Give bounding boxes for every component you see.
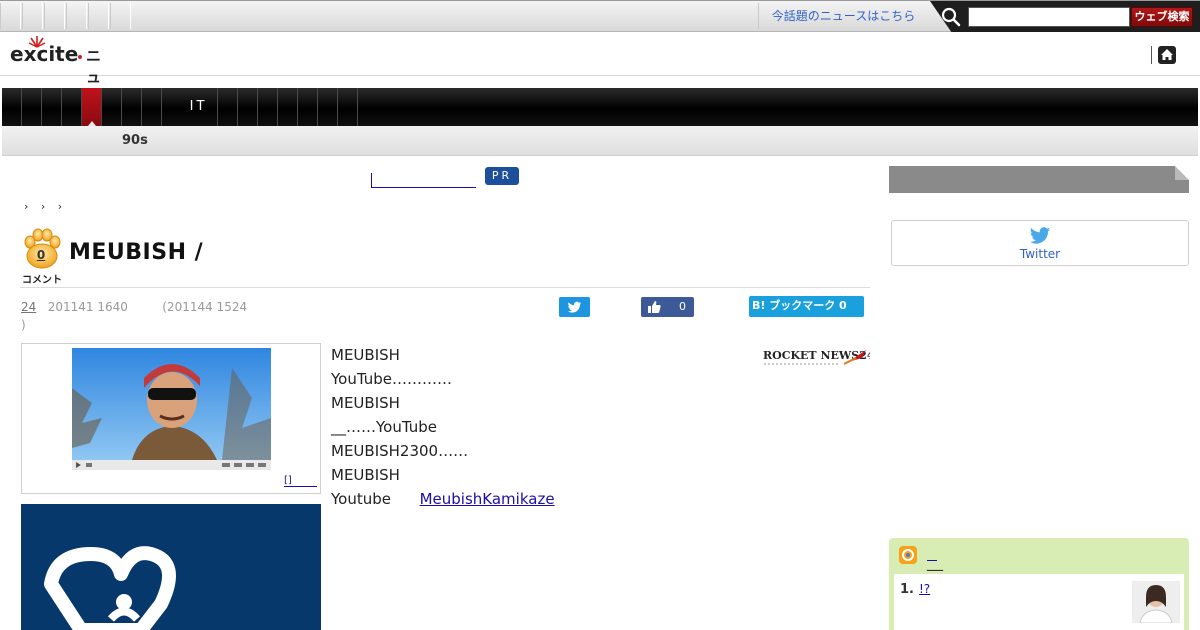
pr-badge: PR: [485, 167, 519, 185]
logo-dot: [78, 55, 82, 59]
ranking-title-link[interactable]: __: [927, 552, 943, 571]
nav-tab-active[interactable]: [82, 88, 102, 126]
ranking-box: __ 1. !?: [889, 538, 1189, 630]
nav-tab[interactable]: [22, 88, 42, 126]
twitter-follow-button[interactable]: Twitter: [891, 220, 1189, 266]
hatena-bookmark-button[interactable]: B! ブックマーク 0: [749, 296, 864, 317]
heart-logo-icon: [44, 546, 176, 630]
ranking-item-link[interactable]: !?: [919, 582, 969, 596]
ranking-list: 1. !?: [894, 574, 1184, 630]
updated-date: (201144 1524: [162, 300, 248, 314]
date-link[interactable]: 24: [21, 300, 36, 314]
search-input[interactable]: [968, 7, 1130, 27]
ranking-number: 1.: [900, 582, 914, 597]
home-button[interactable]: [1158, 46, 1176, 64]
home-icon: [1161, 49, 1173, 60]
video-caption-link[interactable]: []: [284, 476, 317, 487]
breadcrumb[interactable]: › › ›: [24, 200, 62, 213]
top-utility-bar: 今話題のニュースはこちら ウェブ検索: [0, 0, 1200, 33]
youtube-channel-link[interactable]: MeubishKamikaze: [420, 490, 555, 508]
body-paragraph: YouTube…………: [331, 370, 452, 388]
nav-tab[interactable]: [258, 88, 278, 126]
facebook-like-button[interactable]: 0: [641, 297, 694, 317]
pr-ad-link[interactable]: [371, 173, 476, 188]
comment-count[interactable]: 0: [20, 248, 62, 262]
twitter-bird-icon: [1029, 227, 1051, 244]
body-paragraph: MEUBISH: [331, 394, 400, 412]
twitter-icon: [568, 301, 582, 313]
nav-tab[interactable]: [238, 88, 258, 126]
excite-badge-icon: [899, 546, 917, 564]
nav-tab[interactable]: [122, 88, 142, 126]
video-thumbnail[interactable]: [72, 348, 271, 470]
comment-badge[interactable]: 0 コメント: [20, 228, 64, 286]
body-paragraph: MEUBISH: [331, 466, 400, 484]
sidebar-tab-header: [889, 166, 1189, 193]
rocket-icon: ROCKET NEWS24: [763, 349, 875, 365]
body-paragraph: Youtube MeubishKamikaze: [331, 487, 751, 511]
nav-tab[interactable]: [278, 88, 298, 126]
updated-date-close: ): [21, 318, 26, 332]
twitter-label: Twitter: [1019, 247, 1061, 261]
nav-tab[interactable]: [42, 88, 62, 126]
category-nav: IT: [2, 88, 1198, 126]
nav-tab-it[interactable]: IT: [180, 88, 218, 126]
nav-tab[interactable]: [2, 88, 22, 126]
nav-tab[interactable]: [218, 88, 238, 126]
search-icon[interactable]: [940, 7, 962, 27]
site-header: excite ニュース: [0, 32, 1200, 128]
title-divider: [20, 287, 870, 288]
ranking-thumbnail[interactable]: [1132, 581, 1180, 623]
util-tab[interactable]: [110, 3, 131, 29]
nav-tab[interactable]: [142, 88, 162, 126]
util-tab[interactable]: [44, 3, 65, 29]
published-date: 201141 1640: [47, 300, 128, 314]
like-count: 0: [679, 300, 686, 313]
thumbs-up-icon: [648, 301, 661, 313]
sub-nav: 90s: [2, 126, 1198, 156]
nav-tab[interactable]: [318, 88, 338, 126]
tweet-button[interactable]: [559, 297, 590, 317]
header-divider: [1151, 46, 1152, 64]
util-tab[interactable]: [0, 3, 21, 29]
date-line: 24 201141 1640 (201144 1524 ): [21, 298, 261, 334]
nav-tab[interactable]: [298, 88, 318, 126]
body-paragraph: MEUBISH2300……: [331, 442, 469, 460]
util-tab[interactable]: [22, 3, 43, 29]
article-body: MEUBISH YouTube………… MEUBISH __……YouTube …: [331, 343, 751, 511]
subnav-item-90s[interactable]: 90s: [122, 126, 148, 155]
web-search-button[interactable]: ウェブ検索: [1131, 7, 1193, 27]
trending-news-link[interactable]: 今話題のニュースはこちら: [758, 3, 928, 29]
body-paragraph: MEUBISH: [331, 346, 400, 364]
youtube-label: Youtube: [331, 490, 391, 508]
nav-tab[interactable]: [338, 88, 358, 126]
article-title: MEUBISH /: [69, 240, 204, 265]
util-tab[interactable]: [66, 3, 87, 29]
ad-banner-image[interactable]: [21, 504, 321, 630]
body-paragraph: __……YouTube: [331, 418, 437, 436]
rocket-news24-logo[interactable]: ROCKET NEWS24: [762, 346, 875, 368]
util-tab[interactable]: [88, 3, 109, 29]
video-card[interactable]: []: [21, 343, 321, 494]
comment-label: コメント: [22, 275, 62, 286]
nav-tab[interactable]: [102, 88, 122, 126]
logo-wordmark: excite: [10, 42, 79, 66]
person-photo-icon: [1132, 581, 1180, 623]
nav-tab[interactable]: [62, 88, 82, 126]
